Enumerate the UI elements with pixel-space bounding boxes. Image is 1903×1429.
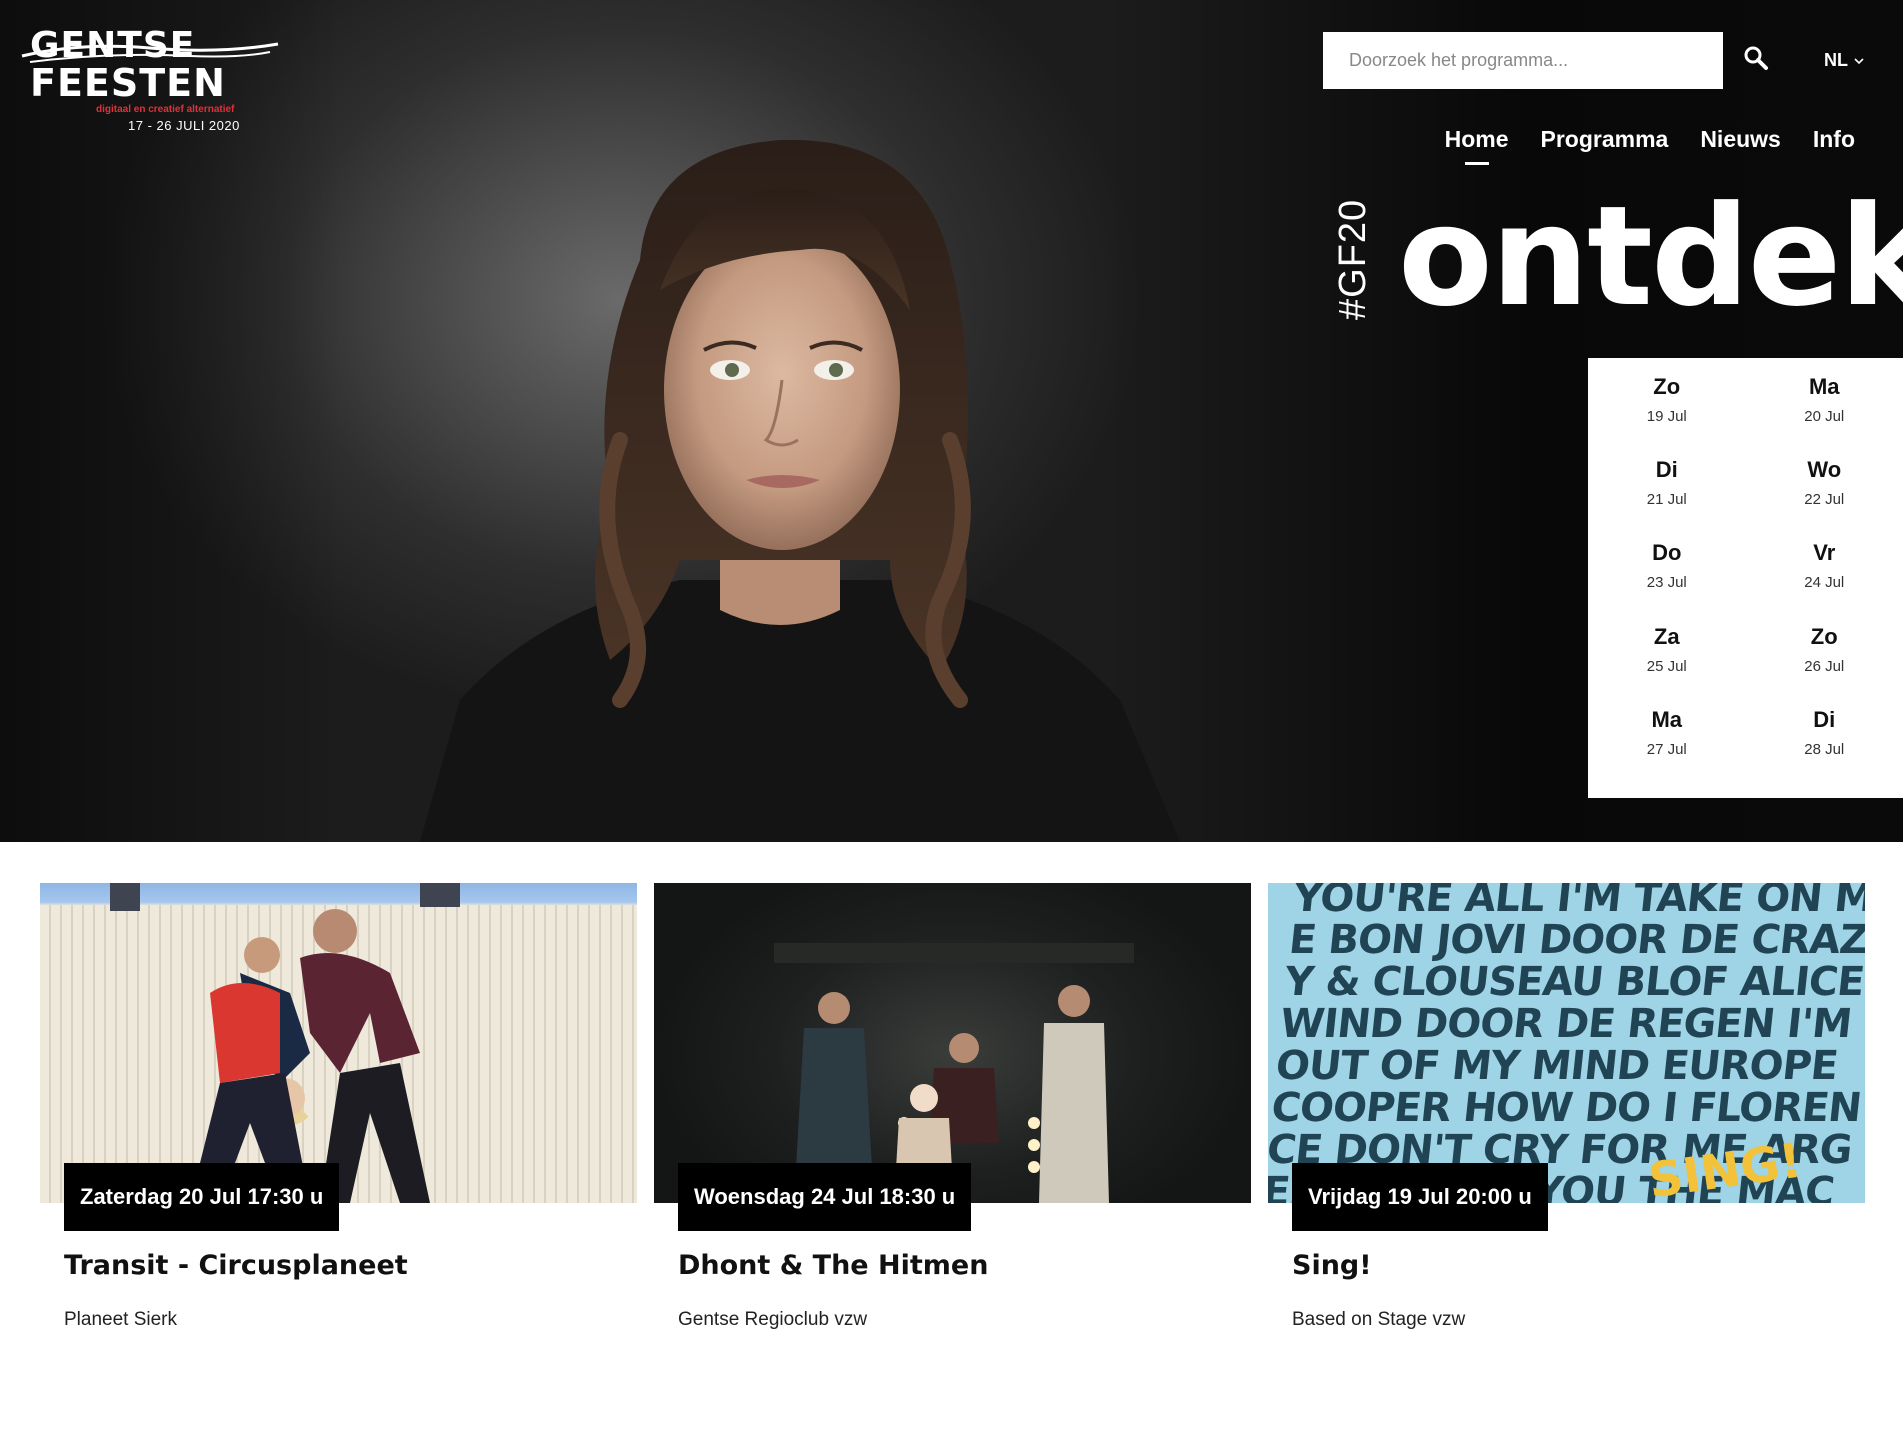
calendar-day-date: 28 Jul (1804, 740, 1845, 758)
calendar-day-za-25[interactable]: Za 25 Jul (1588, 622, 1746, 705)
hero-hashtag: #GF20 (1332, 198, 1374, 320)
calendar-day-date: 25 Jul (1646, 657, 1687, 675)
language-selector[interactable]: NL (1824, 50, 1864, 71)
language-label: NL (1824, 50, 1848, 70)
calendar-day-name: Wo (1807, 457, 1842, 483)
logo-text-line2: FEESTEN (30, 61, 226, 105)
calendar-day-wo-22[interactable]: Wo 22 Jul (1746, 455, 1903, 538)
event-datetime-badge: Woensdag 24 Jul 18:30 u (678, 1163, 972, 1231)
event-card[interactable]: Zaterdag 20 Jul 17:30 u Transit - Circus… (40, 883, 637, 1331)
calendar-day-name: Di (1655, 457, 1678, 483)
calendar-day-date: 26 Jul (1804, 657, 1845, 675)
calendar-day-di-28[interactable]: Di 28 Jul (1746, 705, 1903, 788)
calendar-day-name: Zo (1653, 374, 1681, 399)
event-image (40, 883, 637, 1203)
hero-headline: ontdek (1398, 176, 1903, 337)
calendar-day-date: 21 Jul (1646, 491, 1687, 509)
main-nav: Home Programma Nieuws Info (1445, 126, 1855, 165)
calendar-day-date: 20 Jul (1804, 408, 1845, 425)
calendar-day-zo-19[interactable]: Zo 19 Jul (1588, 372, 1746, 455)
calendar-day-name: Vr (1813, 540, 1836, 566)
logo-subtitle: digitaal en creatief alternatief (96, 104, 235, 115)
calendar-day-zo-26[interactable]: Zo 26 Jul (1746, 622, 1903, 705)
event-card[interactable]: YOU'RE ALL I'M TAKE ON ME BON JOVI DOOR … (1268, 883, 1865, 1331)
event-cards: Zaterdag 20 Jul 17:30 u Transit - Circus… (40, 883, 1865, 1331)
calendar-day-ma-20[interactable]: Ma 20 Jul (1746, 372, 1903, 455)
search-input[interactable] (1349, 32, 1723, 89)
search-field[interactable] (1323, 32, 1723, 89)
search-icon (1744, 46, 1768, 70)
calendar-day-name: Di (1813, 706, 1836, 732)
event-datetime-badge: Vrijdag 19 Jul 20:00 u (1292, 1163, 1548, 1231)
calendar-day-date: 19 Jul (1646, 408, 1687, 425)
event-image (654, 883, 1251, 1203)
calendar-day-date: 24 Jul (1804, 574, 1845, 592)
chevron-down-icon (1854, 57, 1864, 64)
circus-performers-illustration (110, 883, 460, 1203)
calendar-day-name: Do (1652, 540, 1682, 566)
calendar-day-name: Ma (1808, 374, 1840, 399)
band-photo-illustration (774, 943, 1134, 1203)
calendar-day-name: Ma (1651, 706, 1683, 732)
search-button[interactable] (1742, 44, 1772, 74)
calendar-day-ma-27[interactable]: Ma 27 Jul (1588, 705, 1746, 788)
calendar-day-date: 23 Jul (1646, 574, 1687, 592)
event-organizer: Planeet Sierk (64, 1309, 178, 1330)
event-title[interactable]: Sing! (1292, 1250, 1865, 1281)
calendar-day-di-21[interactable]: Di 21 Jul (1588, 455, 1746, 538)
calendar-day-date: 27 Jul (1646, 740, 1687, 758)
logo-text-line1: GENTSE (30, 25, 196, 66)
nav-home[interactable]: Home (1445, 126, 1509, 165)
event-title[interactable]: Dhont & The Hitmen (678, 1250, 1251, 1281)
event-card[interactable]: Woensdag 24 Jul 18:30 u Dhont & The Hitm… (654, 883, 1251, 1331)
calendar-day-name: Za (1653, 623, 1680, 649)
hero-portrait-image (420, 140, 1180, 842)
calendar-day-vr-24[interactable]: Vr 24 Jul (1746, 538, 1903, 621)
calendar-day-date: 22 Jul (1804, 491, 1845, 509)
logo-dates: 17 - 26 JULI 2020 (128, 118, 240, 133)
nav-nieuws[interactable]: Nieuws (1700, 126, 1781, 165)
nav-programma[interactable]: Programma (1540, 126, 1668, 165)
hero-banner: GENTSE FEESTEN digitaal en creatief alte… (0, 0, 1903, 842)
calendar-day-do-23[interactable]: Do 23 Jul (1588, 538, 1746, 621)
calendar-day-name: Zo (1810, 623, 1838, 649)
nav-info[interactable]: Info (1813, 126, 1855, 165)
day-calendar: Zo 19 Jul Ma 20 Jul Di 21 Jul Wo 22 Jul … (1588, 358, 1903, 798)
event-title[interactable]: Transit - Circusplaneet (64, 1250, 637, 1281)
event-image: YOU'RE ALL I'M TAKE ON ME BON JOVI DOOR … (1268, 883, 1865, 1203)
site-logo[interactable]: GENTSE FEESTEN digitaal en creatief alte… (20, 26, 280, 136)
event-datetime-badge: Zaterdag 20 Jul 17:30 u (64, 1163, 340, 1231)
event-organizer: Gentse Regioclub vzw (678, 1309, 868, 1330)
event-organizer: Based on Stage vzw (1292, 1309, 1466, 1330)
